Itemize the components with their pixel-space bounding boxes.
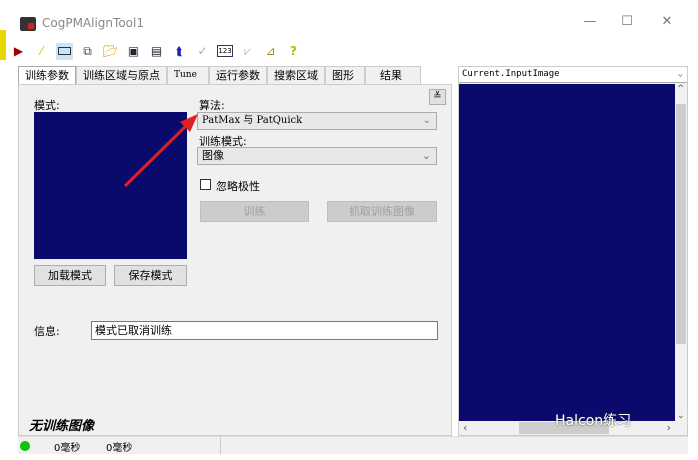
annotation-arrow (123, 114, 198, 188)
